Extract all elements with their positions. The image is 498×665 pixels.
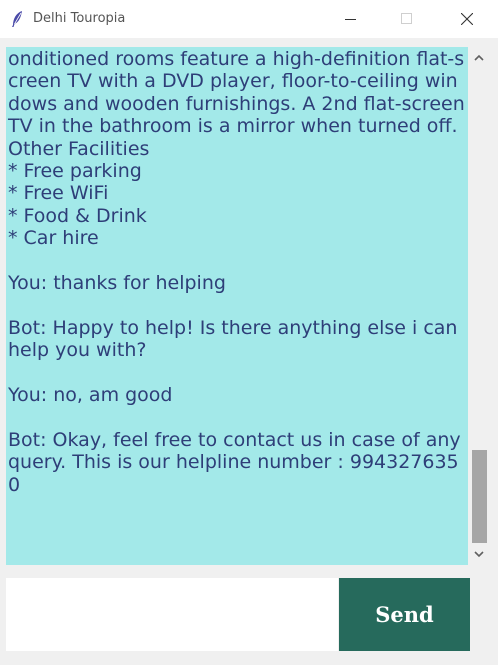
title-bar: Delhi Touropia	[0, 0, 498, 38]
minimize-icon	[345, 19, 356, 20]
window-title: Delhi Touropia	[33, 11, 126, 26]
maximize-button[interactable]	[384, 0, 430, 38]
minimize-button[interactable]	[328, 0, 374, 38]
send-button[interactable]: Send	[339, 578, 470, 651]
chevron-up-icon[interactable]	[474, 54, 484, 62]
close-button[interactable]	[444, 0, 490, 38]
maximize-icon	[401, 13, 412, 24]
feather-icon	[12, 11, 22, 27]
close-icon	[461, 13, 473, 25]
scrollbar-thumb[interactable]	[472, 450, 487, 543]
chat-log[interactable]: onditioned rooms feature a high-definiti…	[6, 47, 468, 565]
chevron-down-icon[interactable]	[474, 550, 484, 558]
chat-transcript: onditioned rooms feature a high-definiti…	[8, 48, 465, 496]
message-input[interactable]	[6, 578, 338, 651]
chat-scrollbar[interactable]	[470, 47, 488, 565]
